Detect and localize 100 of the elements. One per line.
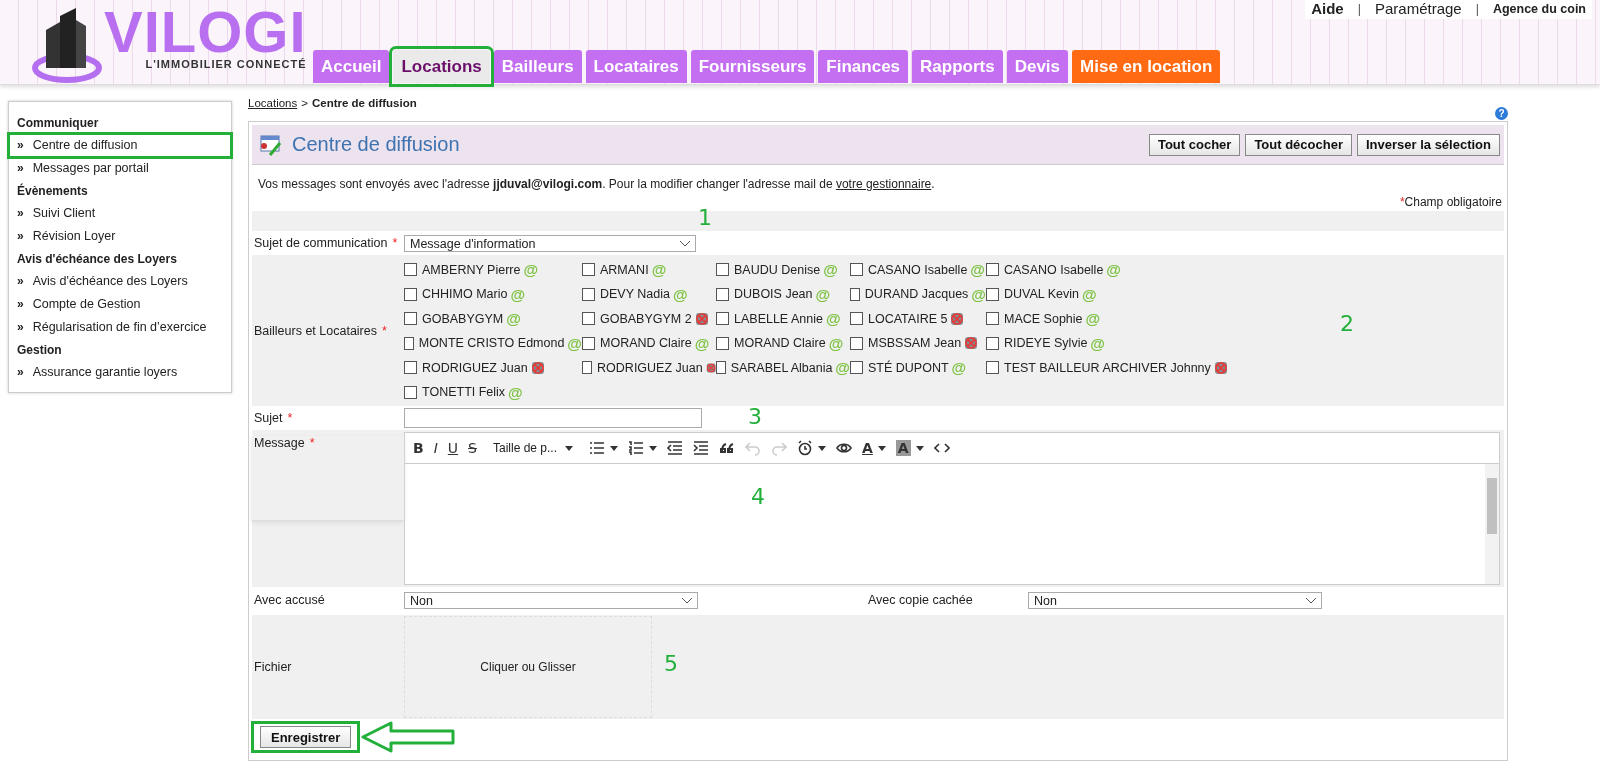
email-symbol: @ (1082, 285, 1097, 303)
quote-icon[interactable] (719, 440, 735, 456)
separator: | (1357, 1, 1361, 16)
sidebar-item[interactable]: » Assurance garantie loyers (9, 361, 231, 384)
checkbox[interactable] (404, 263, 417, 277)
checkbox[interactable] (582, 287, 595, 301)
chevron-down-icon (679, 239, 691, 248)
recipient-name: GOBABYGYM 2 (600, 311, 692, 326)
required-symbol: * (392, 236, 398, 250)
field-label: Message (254, 436, 305, 452)
checkbox[interactable] (850, 361, 863, 375)
recipient-name: RODRIGUEZ Juan (422, 360, 528, 375)
checkbox[interactable] (986, 263, 999, 277)
recipient-name: ARMANI (600, 262, 649, 277)
checkbox[interactable] (582, 336, 595, 350)
checkbox[interactable] (716, 361, 726, 375)
sidebar-item[interactable]: » Révision Loyer (9, 225, 231, 248)
email-symbol: @ (508, 383, 523, 401)
caret-icon[interactable] (610, 445, 618, 451)
highlight-color-button[interactable]: A (895, 440, 911, 456)
file-dropzone[interactable]: Cliquer ou Glisser (404, 616, 652, 718)
header-link[interactable]: Agence du coin (1492, 1, 1586, 16)
selection-button[interactable]: Tout cocher (1148, 133, 1241, 156)
outdent-icon[interactable] (667, 440, 683, 456)
caret-icon[interactable] (877, 445, 886, 451)
checkbox[interactable] (716, 287, 729, 301)
checkbox[interactable] (986, 312, 999, 326)
receipt-select[interactable]: Non (404, 591, 698, 609)
sidebar-item[interactable]: » Suivi Client (9, 202, 231, 225)
field-label: Avec accusé (253, 593, 326, 607)
panel-title: Centre de diffusion (292, 133, 460, 156)
recipient-name: MACE Sophie (1004, 311, 1083, 326)
recipient-name: TEST BAILLEUR ARCHIVER Johnny (1004, 360, 1211, 375)
recipient-name: SARABEL Albania (730, 360, 833, 375)
checkbox[interactable] (986, 287, 999, 301)
email-symbol: @ (1106, 261, 1121, 279)
checkbox[interactable] (404, 287, 417, 301)
bullet-list-icon[interactable] (589, 440, 605, 456)
format-button[interactable]: B (413, 440, 424, 456)
caret-icon[interactable] (649, 445, 657, 451)
sidebar-heading: Gestion (16, 342, 63, 359)
sidebar-item[interactable]: » Messages par portail (9, 157, 231, 180)
checkbox[interactable] (404, 312, 417, 326)
caret-icon[interactable] (915, 445, 924, 451)
email-symbol: @ (523, 261, 539, 279)
checkbox[interactable] (404, 336, 414, 350)
annotation-number: 5 (664, 651, 678, 676)
communication-type-select[interactable]: Message d'information (404, 234, 696, 252)
sidebar-item[interactable]: » Régularisation de fin d’exercice (9, 316, 231, 339)
checkbox[interactable] (582, 312, 595, 326)
checkbox[interactable] (850, 312, 863, 326)
checkbox[interactable] (404, 361, 417, 375)
selection-button[interactable]: Tout décocher (1245, 133, 1352, 156)
checkbox[interactable] (716, 336, 729, 350)
format-button[interactable]: I (433, 440, 438, 456)
help-icon[interactable]: ? (1495, 107, 1508, 120)
bcc-select[interactable]: Non (1028, 591, 1322, 609)
checkbox[interactable] (404, 385, 417, 399)
font-size-dropdown[interactable]: Taille de p... (486, 439, 579, 457)
checkbox[interactable] (716, 312, 729, 326)
checkbox[interactable] (582, 263, 595, 277)
sidebar-item[interactable]: » Avis d'échéance des Loyers (9, 270, 231, 293)
recipient-name: DEVY Nadia (600, 287, 670, 302)
breadcrumb-link[interactable]: Locations (248, 97, 298, 109)
blocked-email-icon (950, 311, 965, 326)
email-symbol: @ (506, 310, 521, 328)
indent-icon[interactable] (693, 440, 709, 456)
numbered-list-icon[interactable] (628, 440, 644, 456)
checkbox[interactable] (850, 287, 860, 301)
header-link[interactable]: Paramétrage (1374, 0, 1462, 17)
field-label: Avec copie cachée (868, 593, 974, 607)
email-symbol: @ (951, 359, 967, 377)
caret-icon[interactable] (565, 445, 573, 451)
sidebar-item[interactable]: » Centre de diffusion (9, 134, 231, 157)
email-symbol: @ (970, 261, 985, 279)
save-button[interactable]: Enregistrer (260, 726, 352, 748)
recipient-name: MONTE CRISTO Edmond (418, 336, 565, 351)
email-symbol: @ (828, 334, 844, 352)
email-symbol: @ (971, 285, 986, 303)
header-link[interactable]: Aide (1311, 0, 1344, 17)
format-button[interactable]: U (447, 440, 459, 456)
recipient-name: MORAND Claire (600, 336, 692, 351)
selection-button[interactable]: Inverser la sélection (1357, 133, 1500, 156)
checkbox[interactable] (986, 336, 999, 350)
checkbox[interactable] (850, 263, 863, 277)
scrollbar[interactable] (1485, 464, 1499, 584)
alarm-icon[interactable] (797, 440, 813, 456)
checkbox[interactable] (582, 361, 593, 375)
format-button[interactable]: S (468, 440, 477, 456)
annotation-number: 3 (748, 404, 762, 429)
blocked-email-icon (694, 311, 709, 326)
subject-field[interactable] (404, 408, 702, 428)
text-color-button[interactable]: A (862, 440, 873, 456)
checkbox[interactable] (716, 263, 729, 277)
caret-icon[interactable] (818, 445, 826, 451)
checkbox[interactable] (850, 336, 863, 350)
checkbox[interactable] (986, 361, 999, 375)
sidebar-item[interactable]: » Compte de Gestion (9, 293, 231, 316)
recipient-name: DUVAL Kevin (1004, 287, 1080, 302)
required-symbol: * (287, 411, 293, 425)
